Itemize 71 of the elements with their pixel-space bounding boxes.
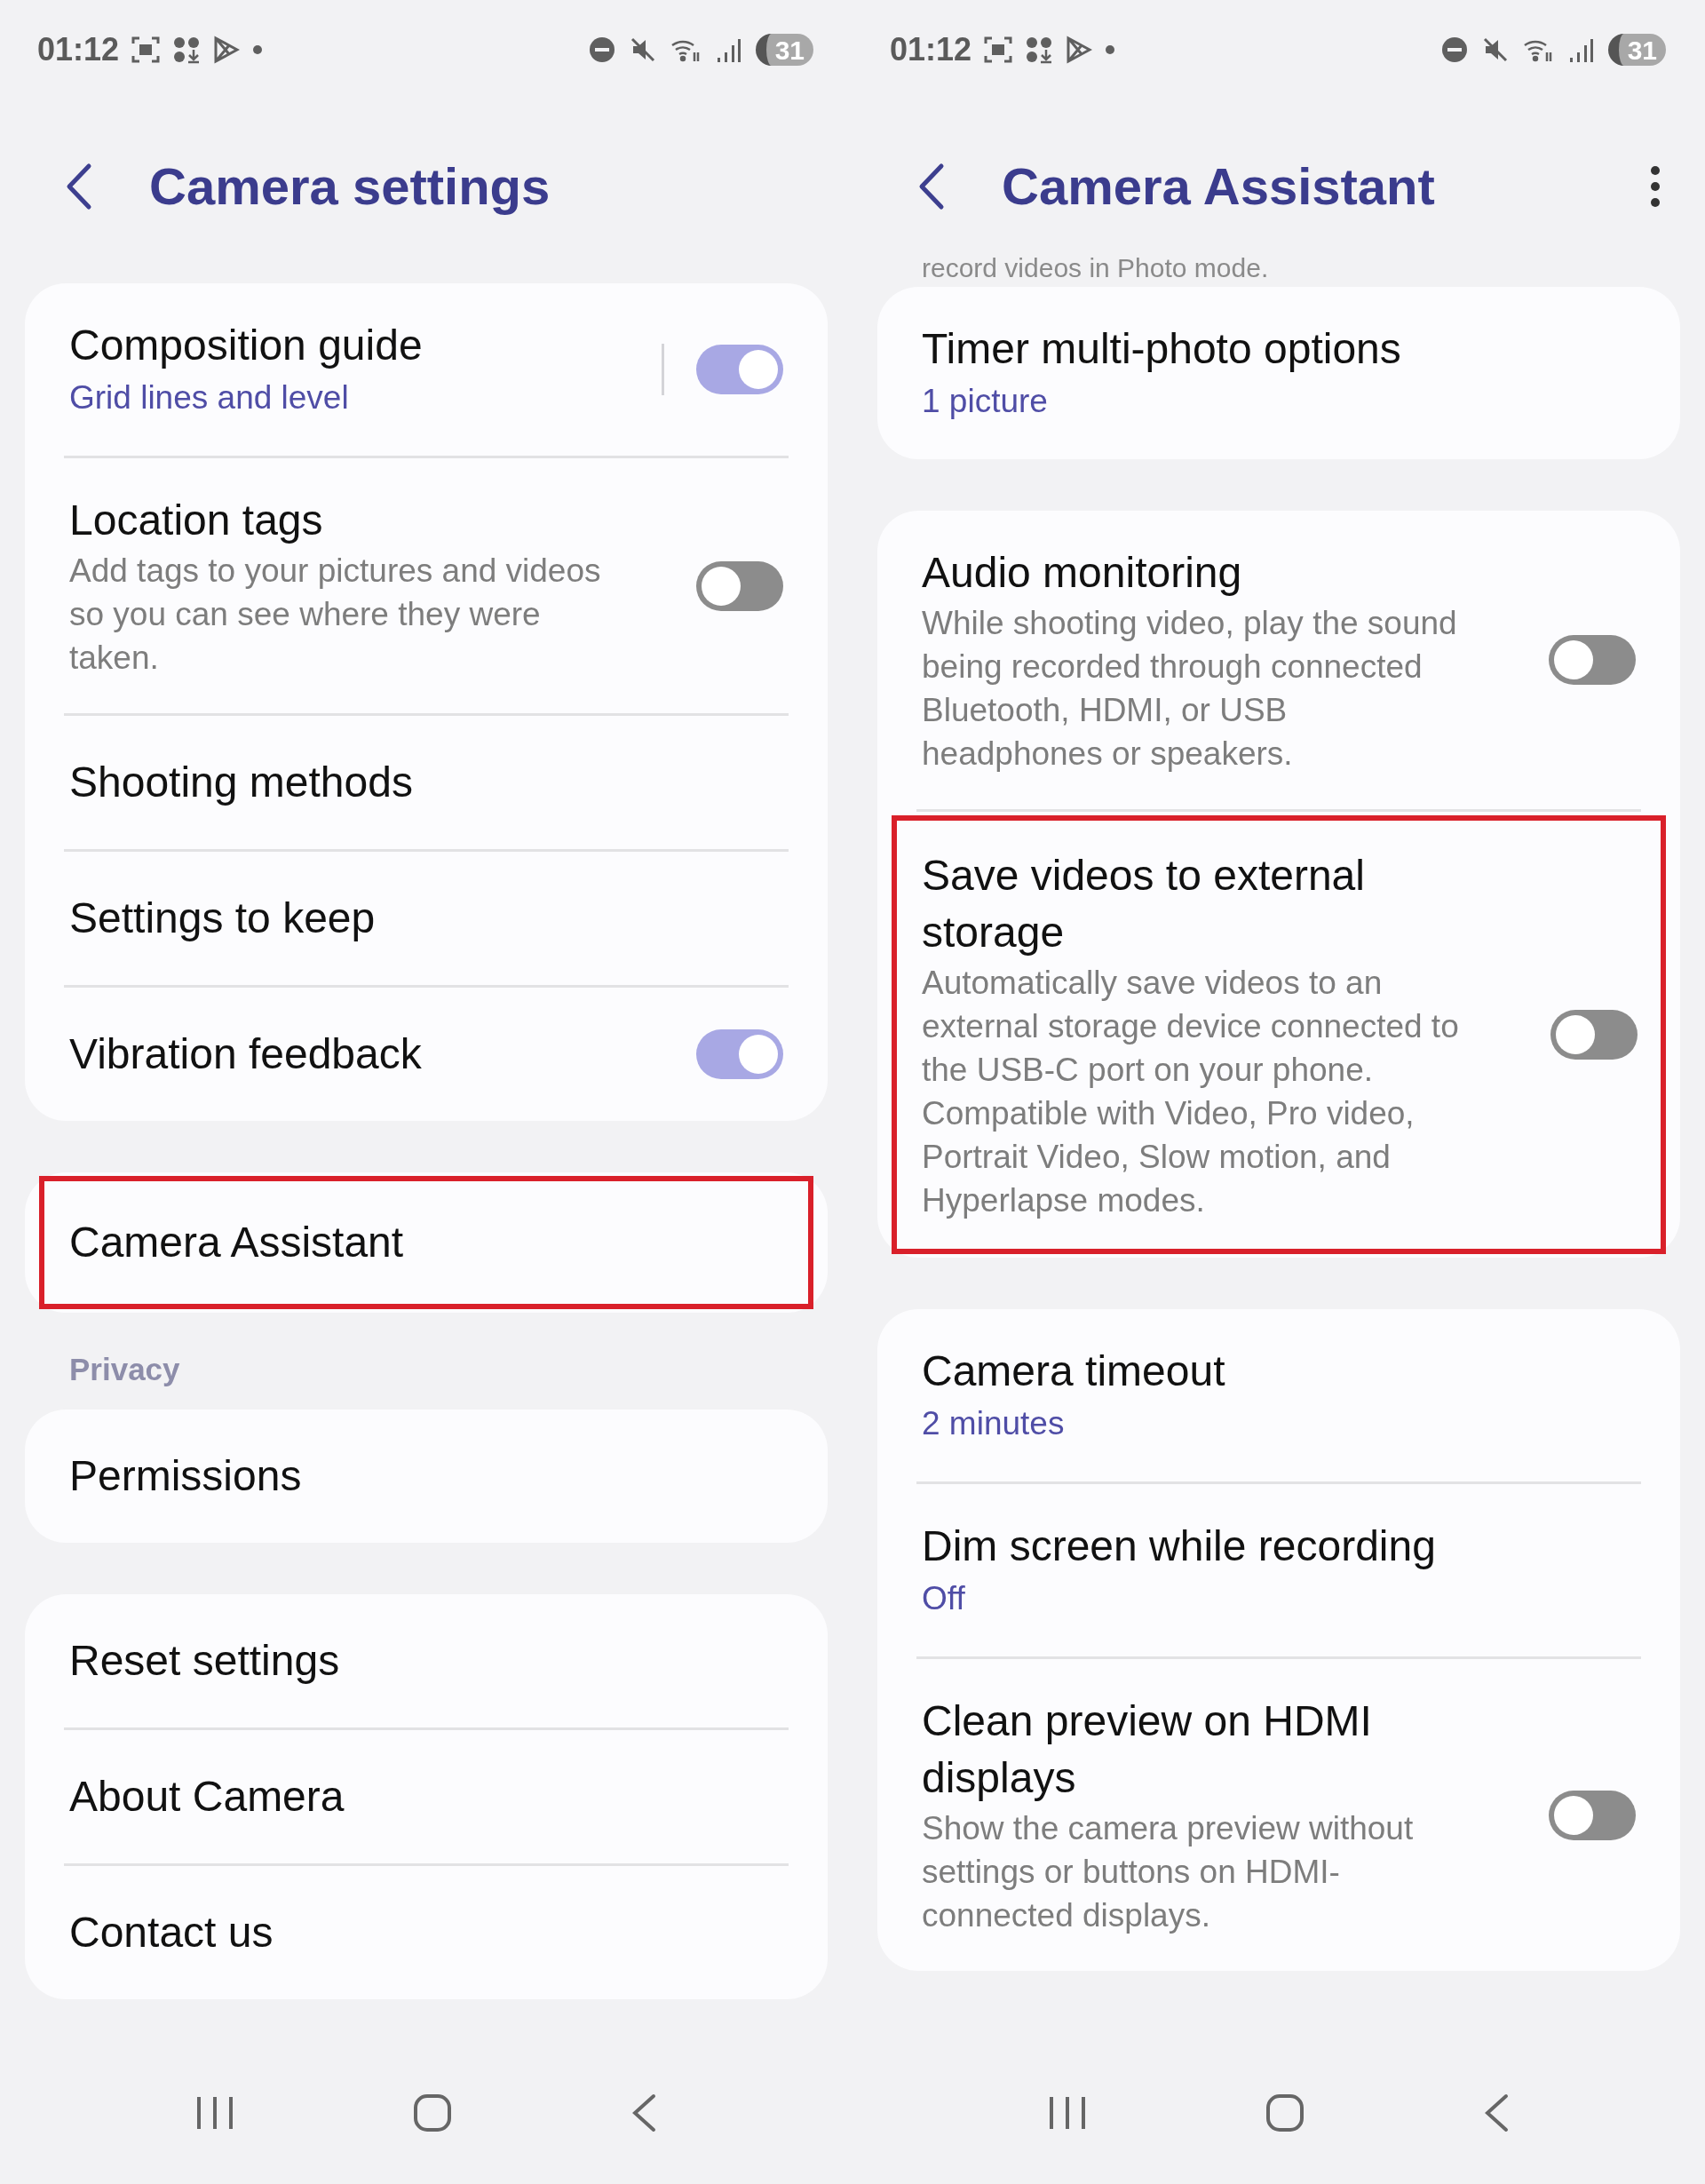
notification-dot-icon	[1105, 44, 1116, 55]
settings-item[interactable]: Reset settings	[25, 1593, 828, 1727]
home-icon[interactable]	[413, 2093, 452, 2132]
notification-dot-icon	[252, 44, 264, 55]
battery-indicator: 31	[1607, 34, 1666, 66]
settings-item[interactable]: Location tags Add tags to your pictures and videos so you can see where they were taken.	[25, 458, 828, 713]
home-icon[interactable]	[1265, 2093, 1305, 2132]
download-icon	[1025, 36, 1054, 64]
item-description: Automatically save videos to an external storage device connected to the USB-C port on your phone. Compatible with Video, Pro video, Portrait Video, Slow motion, and Hyperlapse modes.	[922, 964, 1460, 1220]
recent-apps-icon[interactable]	[195, 2095, 235, 2131]
item-title: Contact us	[69, 1907, 274, 1958]
clock: 01:12	[37, 30, 120, 69]
do-not-disturb-icon	[1440, 36, 1468, 63]
signal-icon	[716, 36, 741, 63]
settings-item[interactable]: Camera Assistant	[39, 1176, 813, 1309]
recent-apps-icon[interactable]	[1048, 2095, 1088, 2131]
item-title: Permissions	[69, 1450, 303, 1501]
item-title: Camera Assistant	[69, 1218, 405, 1267]
play-store-icon	[1066, 36, 1093, 64]
item-value: 2 minutes	[922, 1404, 1066, 1443]
item-title: Audio monitoring	[922, 548, 1243, 598]
screenshot-icon	[984, 36, 1013, 64]
item-title: Vibration feedback	[69, 1029, 423, 1079]
battery-indicator: 31	[755, 34, 813, 66]
item-description: While shooting video, play the sound being recorded through connected Bluetooth, HDMI, or USB headphones or speakers.	[922, 604, 1458, 774]
item-value: 1 picture	[922, 382, 1049, 421]
toggle-switch[interactable]	[696, 1029, 783, 1079]
mute-icon	[1481, 36, 1509, 63]
page-title: Camera settings	[149, 156, 551, 217]
play-store-icon	[213, 36, 241, 64]
section-header: Privacy	[69, 1351, 181, 1388]
more-options-icon[interactable]	[1650, 164, 1661, 208]
item-title: Timer multi-photo options	[922, 324, 1402, 374]
item-value: Grid lines and level	[69, 378, 350, 417]
clock: 01:12	[890, 30, 972, 69]
item-title: Camera timeout	[922, 1346, 1226, 1396]
toggle-switch[interactable]	[696, 345, 783, 394]
signal-icon	[1568, 36, 1594, 63]
settings-item[interactable]: Timer multi-photo options 1 picture	[877, 287, 1680, 459]
settings-item[interactable]	[892, 815, 1666, 1254]
settings-item[interactable]: Audio monitoring While shooting video, play the sound being recorded through connected Bluetooth, HDMI, or USB headphones or speakers.	[877, 511, 1680, 809]
download-icon	[172, 36, 202, 64]
item-title: Composition guide	[69, 321, 424, 370]
settings-item[interactable]: About Camera	[25, 1729, 828, 1863]
item-title: Location tags	[69, 496, 324, 545]
item-title: Clean preview on HDMI displays	[922, 1696, 1373, 1803]
settings-item[interactable]: Dim screen while recording Off	[877, 1484, 1680, 1656]
mute-icon	[629, 36, 656, 63]
item-title: Save videos to external storage	[922, 851, 1366, 957]
toggle-switch[interactable]	[1550, 1010, 1638, 1060]
item-description: Add tags to your pictures and videos so you can see where they were taken.	[69, 552, 602, 678]
settings-item[interactable]: Camera timeout 2 minutes	[877, 1309, 1680, 1481]
do-not-disturb-icon	[588, 36, 615, 63]
item-title: Settings to keep	[69, 893, 377, 943]
item-title: Dim screen while recording	[922, 1521, 1437, 1571]
settings-item[interactable]: Clean preview on HDMI displays Show the camera preview without settings or buttons on HDMI-connected displays.	[877, 1659, 1680, 1971]
item-value: Off	[922, 1579, 966, 1618]
item-description: Show the camera preview without settings or buttons on HDMI-connected displays.	[922, 1809, 1415, 1935]
item-description: record videos in Photo mode.	[922, 253, 1270, 283]
settings-item[interactable]: Shooting methods	[25, 716, 828, 849]
settings-item[interactable]: Permissions	[25, 1409, 828, 1543]
toggle-switch[interactable]	[1549, 635, 1636, 685]
screenshot-icon	[131, 36, 161, 64]
settings-item[interactable]: Vibration feedback	[25, 988, 828, 1121]
settings-item[interactable]: Settings to keep	[25, 852, 828, 985]
settings-item[interactable]: Contact us	[25, 1865, 828, 1999]
settings-item[interactable]: Composition guide Grid lines and level	[25, 283, 828, 456]
item-title: Shooting methods	[69, 758, 414, 807]
page-title: Camera Assistant	[1002, 156, 1436, 217]
item-title: About Camera	[69, 1771, 345, 1822]
item-title: Reset settings	[69, 1635, 341, 1686]
